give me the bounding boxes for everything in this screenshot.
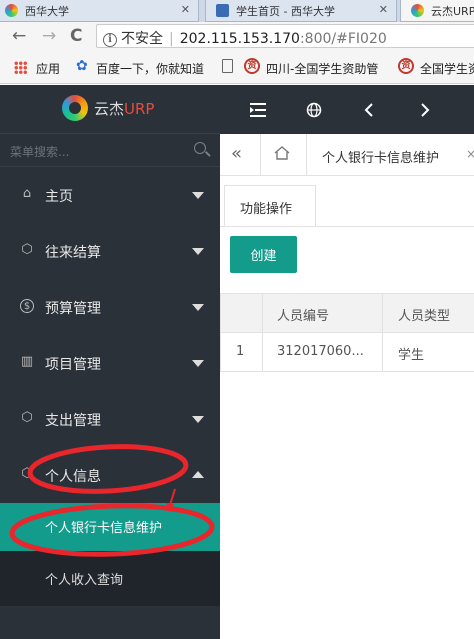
row-index: 1 <box>236 344 245 359</box>
create-button[interactable]: 创建 <box>230 236 297 273</box>
site-favicon-icon <box>411 4 424 17</box>
column-divider <box>382 293 383 372</box>
brand-name: 云杰 <box>94 100 125 118</box>
chevron-down-icon <box>192 192 204 199</box>
chevron-down-icon <box>192 360 204 367</box>
document-icon <box>222 59 233 73</box>
row-person-id: 312017060... <box>277 344 364 359</box>
url-separator: | <box>169 31 174 47</box>
table-header: 人员编号 人员类型 <box>220 293 474 333</box>
column-divider <box>262 293 263 372</box>
row-person-type: 学生 <box>398 348 425 363</box>
bookmark-national-aid[interactable]: 全国学生资 <box>420 60 474 77</box>
menu-search-input[interactable]: 菜单搜索... <box>10 143 69 160</box>
url-path: :800/#FI020 <box>299 31 387 47</box>
apps-grid-icon <box>14 61 27 74</box>
browser-tab[interactable]: 学生首页 - 西华大学 ✕ <box>205 0 397 22</box>
logo-swirl-icon <box>62 95 88 121</box>
cube-icon: ⬡ <box>21 242 33 257</box>
close-tab-icon[interactable]: ✕ <box>181 3 190 16</box>
divider <box>220 226 474 227</box>
chevron-down-icon <box>192 248 204 255</box>
bookmarks-bar: 应用 ✿ 百度一下，你就知道 资 四川-全国学生资助管 资 全国学生资 <box>0 50 474 84</box>
submenu-item-income-query[interactable]: 个人收入查询 <box>0 555 220 603</box>
close-icon[interactable]: × <box>466 147 474 161</box>
seal-icon: 资 <box>244 58 260 74</box>
bookmark-sichuan-aid[interactable]: 四川-全国学生资助管 <box>266 60 378 77</box>
chevron-down-icon <box>192 304 204 311</box>
site-favicon-icon <box>216 4 229 17</box>
security-label: 不安全 <box>121 31 163 47</box>
cube-icon: ⬡ <box>21 466 33 481</box>
sidebar-item-budget[interactable]: $ 预算管理 <box>0 280 220 336</box>
baidu-paw-icon: ✿ <box>76 58 88 74</box>
forward-icon[interactable]: → <box>42 26 56 46</box>
column-header-type[interactable]: 人员类型 <box>398 305 450 324</box>
tab-bank-card[interactable]: 个人银行卡信息维护 <box>322 147 439 166</box>
divider <box>306 134 307 176</box>
url-host: 202.115.153.170 <box>179 31 300 47</box>
info-icon[interactable]: i <box>103 33 117 47</box>
url-field[interactable]: i 不安全 | 202.115.153.170:800/#FI020 <box>96 24 474 48</box>
menu-search[interactable]: 菜单搜索... <box>0 133 220 167</box>
top-toolbar <box>220 85 474 134</box>
sidebar-item-label: 预算管理 <box>45 301 101 317</box>
divider <box>260 134 261 176</box>
site-favicon-icon <box>5 4 18 17</box>
globe-icon[interactable] <box>306 102 322 118</box>
reload-icon[interactable]: C <box>70 26 82 46</box>
menu-toggle-icon[interactable] <box>250 103 266 117</box>
chevron-up-icon <box>192 471 204 478</box>
bookmark-apps[interactable]: 应用 <box>36 60 60 77</box>
sidebar-item-home[interactable]: ⌂ 主页 <box>0 168 220 224</box>
search-icon[interactable] <box>194 142 206 154</box>
seal-icon: 资 <box>398 58 414 74</box>
submenu-item-label: 个人银行卡信息维护 <box>45 521 163 536</box>
brand-accent: URP <box>124 100 155 118</box>
page-tabs-bar: « 个人银行卡信息维护 × <box>220 134 474 176</box>
sidebar-item-label: 往来结算 <box>45 245 101 261</box>
sidebar-item-label: 个人信息 <box>45 469 101 485</box>
browser-tab-strip: 西华大学 ✕ 学生首页 - 西华大学 ✕ 云杰URP <box>0 0 474 22</box>
sidebar-item-projects[interactable]: ▥ 项目管理 <box>0 336 220 392</box>
sidebar: 云杰URP 菜单搜索... ⌂ 主页 ⬡ 往来结算 $ 预算管理 ▥ 项目管理 … <box>0 85 220 639</box>
submenu-item-bank-card[interactable]: 个人银行卡信息维护 <box>0 503 220 551</box>
tab-functions[interactable]: 功能操作 <box>224 185 316 227</box>
table-row[interactable]: 1 312017060... 学生 <box>220 333 474 372</box>
home-tab-icon[interactable] <box>274 146 290 160</box>
book-icon: ▥ <box>20 354 34 369</box>
prev-icon[interactable] <box>364 102 374 118</box>
sidebar-item-settlement[interactable]: ⬡ 往来结算 <box>0 224 220 280</box>
column-header-id[interactable]: 人员编号 <box>277 305 329 324</box>
browser-tab-title: 西华大学 <box>25 5 69 18</box>
sidebar-item-label: 主页 <box>45 189 73 205</box>
browser-tab[interactable]: 西华大学 ✕ <box>0 0 199 22</box>
sidebar-item-label: 支出管理 <box>45 413 101 429</box>
table-border <box>220 293 221 372</box>
app-logo: 云杰URP <box>0 85 220 133</box>
chevron-down-icon <box>192 416 204 423</box>
close-tab-icon[interactable]: ✕ <box>379 3 388 16</box>
browser-tab-title: 学生首页 - 西华大学 <box>236 5 335 18</box>
submenu-item-label: 个人收入查询 <box>45 573 124 588</box>
browser-tab-title: 云杰URP <box>431 5 474 18</box>
sidebar-item-expenses[interactable]: ⬡ 支出管理 <box>0 392 220 448</box>
address-bar-row: ← → C i 不安全 | 202.115.153.170:800/#FI020 <box>0 22 474 50</box>
sidebar-item-personal-info[interactable]: ⬡ 个人信息 <box>0 448 220 504</box>
home-icon: ⌂ <box>22 186 32 201</box>
dollar-icon: $ <box>20 299 34 313</box>
sidebar-item-label: 项目管理 <box>45 357 101 373</box>
bookmark-baidu[interactable]: 百度一下，你就知道 <box>96 60 204 77</box>
back-icon[interactable]: ← <box>12 26 26 46</box>
browser-tab-active[interactable]: 云杰URP <box>400 0 474 22</box>
collapse-tabs-icon[interactable]: « <box>231 143 242 164</box>
next-icon[interactable] <box>420 102 430 118</box>
cube-icon: ⬡ <box>21 410 33 425</box>
logo-text: 云杰URP <box>94 98 154 119</box>
